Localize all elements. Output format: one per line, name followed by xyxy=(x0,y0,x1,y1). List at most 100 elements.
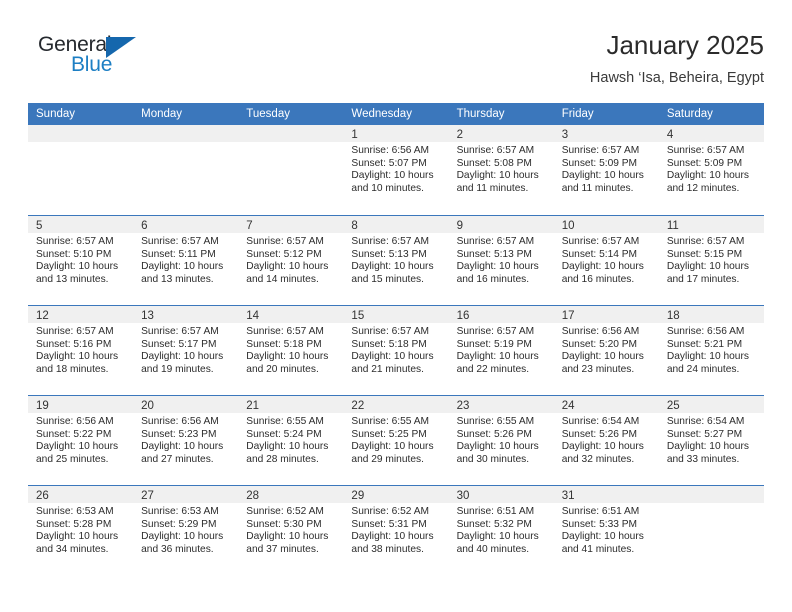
weekday-header-thursday: Thursday xyxy=(456,108,505,120)
day-detail-line: Sunset: 5:18 PM xyxy=(351,338,427,350)
day-detail-line: Sunset: 5:31 PM xyxy=(351,518,427,530)
calendar-day-cell[interactable]: 16 Sunrise: 6:57 AM Sunset: 5:19 PM Dayligh… xyxy=(448,306,554,395)
day-detail-line: Daylight: 10 hours xyxy=(456,170,539,182)
day-detail-line: Sunset: 5:13 PM xyxy=(351,248,427,260)
day-details: Sunrise: 6:57 AM Sunset: 5:17 PM Daylight:… xyxy=(133,323,238,376)
day-number: 30 xyxy=(456,490,470,502)
calendar-day-cell[interactable]: 26 Sunrise: 6:53 AM Sunset: 5:28 PM Dayligh… xyxy=(28,486,134,575)
day-detail-line: Daylight: 10 hours xyxy=(36,531,119,543)
day-detail-line: Sunset: 5:15 PM xyxy=(666,248,743,260)
calendar-day-cell[interactable]: 3 Sunrise: 6:57 AM Sunset: 5:09 PM Daylight… xyxy=(553,125,659,215)
day-number-band: 8 xyxy=(343,216,449,233)
day-detail-line: and 10 minutes. xyxy=(351,182,424,194)
day-detail-line: and 16 minutes. xyxy=(561,273,635,285)
calendar-day-cell[interactable]: 12 Sunrise: 6:57 AM Sunset: 5:16 PM Dayligh… xyxy=(28,306,134,395)
day-detail-line: Sunset: 5:28 PM xyxy=(36,518,112,530)
day-number-band: 27 xyxy=(133,486,239,503)
day-detail-line: Daylight: 10 hours xyxy=(36,441,119,453)
calendar-day-cell[interactable]: 24 Sunrise: 6:54 AM Sunset: 5:26 PM Dayligh… xyxy=(553,396,659,485)
calendar-day-cell[interactable]: 28 Sunrise: 6:52 AM Sunset: 5:30 PM Dayligh… xyxy=(238,486,344,575)
day-detail-line: Sunset: 5:10 PM xyxy=(36,248,112,260)
day-detail-line: Daylight: 10 hours xyxy=(561,441,644,453)
day-detail-line: Sunrise: 6:52 AM xyxy=(246,506,324,517)
day-detail-line: Sunset: 5:20 PM xyxy=(561,338,638,350)
calendar-day-cell[interactable]: 21 Sunrise: 6:55 AM Sunset: 5:24 PM Dayligh… xyxy=(238,396,344,485)
day-detail-line: Daylight: 10 hours xyxy=(141,441,224,453)
day-number: 7 xyxy=(246,220,253,232)
calendar-day-cell[interactable]: 2 Sunrise: 6:57 AM Sunset: 5:08 PM Daylight… xyxy=(448,125,554,215)
calendar-day-cell[interactable]: 22 Sunrise: 6:55 AM Sunset: 5:25 PM Dayligh… xyxy=(343,396,449,485)
day-details: Sunrise: 6:56 AM Sunset: 5:20 PM Daylight:… xyxy=(554,323,659,376)
calendar-day-cell[interactable]: 7 Sunrise: 6:57 AM Sunset: 5:12 PM Daylight… xyxy=(238,216,344,305)
day-detail-line: and 25 minutes. xyxy=(36,453,109,465)
day-detail-line: and 30 minutes. xyxy=(456,453,530,465)
day-detail-line: Sunrise: 6:57 AM xyxy=(561,145,640,156)
calendar-day-cell[interactable]: 8 Sunrise: 6:57 AM Sunset: 5:13 PM Daylight… xyxy=(343,216,449,305)
calendar-day-cell[interactable]: 6 Sunrise: 6:57 AM Sunset: 5:11 PM Daylight… xyxy=(133,216,239,305)
calendar-day-cell[interactable]: 15 Sunrise: 6:57 AM Sunset: 5:18 PM Dayligh… xyxy=(343,306,449,395)
day-detail-line: Sunrise: 6:56 AM xyxy=(351,145,430,156)
day-detail-line: Sunset: 5:14 PM xyxy=(561,248,638,260)
calendar-day-cell[interactable]: 14 Sunrise: 6:57 AM Sunset: 5:18 PM Dayligh… xyxy=(238,306,344,395)
day-detail-line: Sunrise: 6:55 AM xyxy=(351,416,430,427)
day-detail-line: Sunset: 5:11 PM xyxy=(141,248,216,260)
calendar-day-cell[interactable]: 31 Sunrise: 6:51 AM Sunset: 5:33 PM Dayligh… xyxy=(553,486,659,575)
day-detail-line: and 36 minutes. xyxy=(141,543,214,555)
calendar-day-cell[interactable]: 5 Sunrise: 6:57 AM Sunset: 5:10 PM Daylight… xyxy=(28,216,134,305)
day-detail-line: Sunset: 5:27 PM xyxy=(666,428,743,440)
day-number: 10 xyxy=(561,220,575,232)
logo-text-blue: Blue xyxy=(71,53,113,76)
calendar-day-cell[interactable]: 9 Sunrise: 6:57 AM Sunset: 5:13 PM Daylight… xyxy=(448,216,554,305)
calendar-day-cell[interactable]: 19 Sunrise: 6:56 AM Sunset: 5:22 PM Dayligh… xyxy=(28,396,134,485)
day-number-band xyxy=(28,125,134,142)
day-number-band: 6 xyxy=(133,216,239,233)
calendar-day-cell[interactable]: 25 Sunrise: 6:54 AM Sunset: 5:27 PM Dayligh… xyxy=(658,396,764,485)
day-detail-line: Daylight: 10 hours xyxy=(456,441,539,453)
calendar-day-cell[interactable]: 13 Sunrise: 6:57 AM Sunset: 5:17 PM Dayligh… xyxy=(133,306,239,395)
calendar-day-cell[interactable]: 23 Sunrise: 6:55 AM Sunset: 5:26 PM Dayligh… xyxy=(448,396,554,485)
day-number-band: 25 xyxy=(658,396,764,413)
day-detail-line: Sunset: 5:24 PM xyxy=(246,428,322,440)
day-details: Sunrise: 6:52 AM Sunset: 5:30 PM Daylight:… xyxy=(238,503,343,556)
day-detail-line: and 33 minutes. xyxy=(666,453,740,465)
day-number-band xyxy=(658,486,764,503)
calendar-day-cell[interactable]: 20 Sunrise: 6:56 AM Sunset: 5:23 PM Dayligh… xyxy=(133,396,239,485)
calendar-day-cell[interactable]: 1 Sunrise: 6:56 AM Sunset: 5:07 PM Daylight… xyxy=(343,125,449,215)
day-detail-line: Daylight: 10 hours xyxy=(141,531,224,543)
day-detail-line: Sunset: 5:12 PM xyxy=(246,248,322,260)
day-detail-line: Sunrise: 6:57 AM xyxy=(351,326,430,337)
calendar-day-cell[interactable]: 29 Sunrise: 6:52 AM Sunset: 5:31 PM Dayligh… xyxy=(343,486,449,575)
day-details: Sunrise: 6:56 AM Sunset: 5:07 PM Daylight:… xyxy=(343,142,448,195)
day-detail-line: and 21 minutes. xyxy=(351,363,424,375)
day-number: 27 xyxy=(141,490,154,502)
day-number: 6 xyxy=(141,220,148,232)
day-detail-line: Daylight: 10 hours xyxy=(666,170,749,182)
calendar-day-cell[interactable]: 18 Sunrise: 6:56 AM Sunset: 5:21 PM Dayligh… xyxy=(658,306,764,395)
day-details: Sunrise: 6:57 AM Sunset: 5:09 PM Daylight:… xyxy=(554,142,659,195)
calendar-week-row: 1 Sunrise: 6:56 AM Sunset: 5:07 PM Daylight… xyxy=(28,125,764,215)
day-detail-line: Sunset: 5:16 PM xyxy=(36,338,112,350)
weekday-header-wednesday: Wednesday xyxy=(351,108,412,120)
calendar-day-cell[interactable]: 11 Sunrise: 6:57 AM Sunset: 5:15 PM Dayligh… xyxy=(658,216,764,305)
day-number-band: 20 xyxy=(133,396,239,413)
day-detail-line: Daylight: 10 hours xyxy=(246,531,329,543)
day-detail-line: Sunrise: 6:57 AM xyxy=(666,145,745,156)
day-detail-line: and 41 minutes. xyxy=(561,543,635,555)
day-detail-line: Sunrise: 6:57 AM xyxy=(666,236,745,247)
day-number-band: 10 xyxy=(553,216,659,233)
day-detail-line: and 12 minutes. xyxy=(666,182,740,194)
calendar-day-cell[interactable]: 10 Sunrise: 6:57 AM Sunset: 5:14 PM Dayligh… xyxy=(553,216,659,305)
calendar-day-cell[interactable]: 17 Sunrise: 6:56 AM Sunset: 5:20 PM Dayligh… xyxy=(553,306,659,395)
day-details: Sunrise: 6:53 AM Sunset: 5:29 PM Daylight:… xyxy=(133,503,238,556)
day-number: 26 xyxy=(36,490,49,502)
calendar-day-cell[interactable]: 30 Sunrise: 6:51 AM Sunset: 5:32 PM Dayligh… xyxy=(448,486,554,575)
day-number-band: 7 xyxy=(238,216,344,233)
calendar-day-cell[interactable]: 4 Sunrise: 6:57 AM Sunset: 5:09 PM Daylight… xyxy=(658,125,764,215)
day-detail-line: and 32 minutes. xyxy=(561,453,635,465)
day-details: Sunrise: 6:55 AM Sunset: 5:24 PM Daylight:… xyxy=(238,413,343,466)
day-details: Sunrise: 6:57 AM Sunset: 5:16 PM Daylight:… xyxy=(28,323,133,376)
calendar-day-cell[interactable]: 27 Sunrise: 6:53 AM Sunset: 5:29 PM Dayligh… xyxy=(133,486,239,575)
day-detail-line: Sunset: 5:33 PM xyxy=(561,518,638,530)
day-detail-line: Sunrise: 6:57 AM xyxy=(456,145,535,156)
day-number: 14 xyxy=(246,310,260,322)
